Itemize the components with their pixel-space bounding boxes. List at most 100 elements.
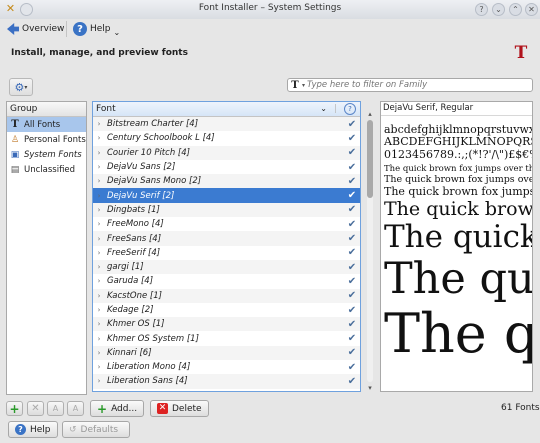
font-row[interactable]: › DejaVu Sans [2] ✔ <box>93 160 360 174</box>
enabled-check-icon[interactable]: ✔ <box>344 362 360 373</box>
font-row[interactable]: › KacstOne [1] ✔ <box>93 288 360 303</box>
group-item-system-fonts[interactable]: ▣ System Fonts <box>7 147 86 162</box>
expand-arrow-icon[interactable]: › <box>93 220 105 228</box>
page-subtitle: Install, manage, and preview fonts <box>11 48 188 58</box>
group-item-personal-fonts[interactable]: ♙ Personal Fonts <box>7 132 86 147</box>
font-name: Century Schoolbook L [4] <box>107 133 215 144</box>
font-count: 61 Fonts <box>501 403 540 413</box>
enabled-check-icon[interactable]: ✔ <box>344 147 360 158</box>
delete-icon: ✕ <box>157 403 168 414</box>
font-row[interactable]: › FreeSans [4] ✔ <box>93 231 360 246</box>
font-row[interactable]: › FreeMono [4] ✔ <box>93 217 360 231</box>
font-row[interactable]: › Kinnari [6] ✔ <box>93 345 360 361</box>
expand-arrow-icon[interactable]: › <box>93 249 105 257</box>
font-row[interactable]: › Bitstream Charter [4] ✔ <box>93 117 360 132</box>
delete-label: Delete <box>172 403 202 414</box>
enabled-check-icon[interactable]: ✔ <box>344 262 360 273</box>
expand-arrow-icon[interactable]: › <box>93 292 105 300</box>
maximize-icon[interactable]: ⌃ <box>509 3 522 16</box>
add-font-button[interactable]: + Add... <box>90 400 145 417</box>
font-row[interactable]: › DejaVu Sans Mono [2] ✔ <box>93 174 360 189</box>
enabled-check-icon[interactable]: ✔ <box>344 276 360 287</box>
expand-arrow-icon[interactable]: › <box>93 335 105 343</box>
font-row[interactable]: › Khmer OS System [1] ✔ <box>93 331 360 345</box>
scroll-up-arrow-icon[interactable]: ▴ <box>365 110 375 118</box>
minimize-icon[interactable]: ⌄ <box>492 3 505 16</box>
font-row[interactable]: › DejaVu Serif [2] ✔ <box>93 188 360 203</box>
expand-arrow-icon[interactable]: › <box>93 263 105 271</box>
enabled-check-icon[interactable]: ✔ <box>344 162 360 173</box>
expand-arrow-icon[interactable]: › <box>93 120 105 128</box>
enabled-check-icon[interactable]: ✔ <box>344 319 360 330</box>
expand-arrow-icon[interactable]: › <box>93 149 105 157</box>
enabled-check-icon[interactable]: ✔ <box>344 333 360 344</box>
font-name: Kinnari [6] <box>107 347 152 358</box>
group-item-unclassified[interactable]: ▤ Unclassified <box>7 162 86 177</box>
add-group-button[interactable]: + <box>6 401 23 416</box>
expand-arrow-icon[interactable]: › <box>93 192 105 200</box>
font-list-header[interactable]: Font ⌄ | ? <box>93 102 360 117</box>
font-row[interactable]: › Century Schoolbook L [4] ✔ <box>93 131 360 145</box>
overview-button[interactable]: Overview <box>7 21 64 37</box>
expand-arrow-icon[interactable]: › <box>93 306 105 314</box>
font-row[interactable]: › Khmer OS [1] ✔ <box>93 317 360 332</box>
expand-arrow-icon[interactable]: › <box>93 320 105 328</box>
enabled-check-icon[interactable]: ✔ <box>344 176 360 187</box>
enabled-check-icon[interactable]: ✔ <box>344 247 360 258</box>
font-row[interactable]: › gargi [1] ✔ <box>93 259 360 275</box>
scroll-thumb[interactable] <box>367 120 373 198</box>
scroll-track[interactable] <box>367 120 373 382</box>
font-list-scrollbar[interactable]: ▴ ▾ <box>365 110 375 393</box>
enabled-check-icon[interactable]: ✔ <box>344 290 360 301</box>
expand-arrow-icon[interactable]: › <box>93 349 105 357</box>
font-name: Dingbats [1] <box>107 204 160 215</box>
enabled-check-icon[interactable]: ✔ <box>344 204 360 215</box>
expand-arrow-icon[interactable]: › <box>93 277 105 285</box>
disable-icon: A <box>72 404 79 413</box>
help-menu-button[interactable]: ? Help ⌄ <box>73 21 120 37</box>
help-icon[interactable]: ? <box>475 3 488 16</box>
status-help-icon[interactable]: ? <box>344 103 356 115</box>
font-row[interactable]: › Kedage [2] ✔ <box>93 303 360 317</box>
expand-arrow-icon[interactable]: › <box>93 134 105 142</box>
enabled-check-icon[interactable]: ✔ <box>344 119 360 130</box>
font-row[interactable]: › Liberation Mono [4] ✔ <box>93 360 360 374</box>
sort-chevron-icon[interactable]: ⌄ <box>320 102 327 116</box>
filter-type-icon[interactable]: T <box>288 80 302 91</box>
expand-arrow-icon[interactable]: › <box>93 377 105 385</box>
column-separator: | <box>333 104 337 114</box>
group-header: Group <box>7 102 86 117</box>
font-row[interactable]: › Garuda [4] ✔ <box>93 274 360 288</box>
font-row[interactable]: › Courier 10 Pitch [4] ✔ <box>93 145 360 160</box>
expand-arrow-icon[interactable]: › <box>93 206 105 214</box>
enable-group-button[interactable]: A <box>47 401 64 416</box>
toolbar: Overview ? Help ⌄ <box>0 19 540 39</box>
font-name: DejaVu Sans Mono [2] <box>107 176 202 187</box>
defaults-button[interactable]: ↺ Defaults <box>62 421 130 438</box>
disable-group-button[interactable]: A <box>67 401 84 416</box>
scroll-down-arrow-icon[interactable]: ▾ <box>365 384 375 392</box>
delete-font-button[interactable]: ✕ Delete <box>150 400 209 417</box>
close-icon[interactable]: ✕ <box>525 3 538 16</box>
group-item-all-fonts[interactable]: T All Fonts <box>7 117 86 132</box>
expand-arrow-icon[interactable]: › <box>93 363 105 371</box>
footer-help-button[interactable]: ? Help <box>8 421 58 438</box>
filter-input[interactable] <box>307 79 528 91</box>
enabled-check-icon[interactable]: ✔ <box>344 190 360 201</box>
enabled-check-icon[interactable]: ✔ <box>344 347 360 358</box>
font-row[interactable]: › Dingbats [1] ✔ <box>93 202 360 218</box>
enabled-check-icon[interactable]: ✔ <box>344 376 360 387</box>
remove-group-button[interactable]: ✕ <box>27 401 44 416</box>
expand-arrow-icon[interactable]: › <box>93 235 105 243</box>
font-column-label: Font <box>96 104 116 114</box>
enabled-check-icon[interactable]: ✔ <box>344 219 360 230</box>
expand-arrow-icon[interactable]: › <box>93 177 105 185</box>
font-row[interactable]: › Liberation Sans [4] ✔ <box>93 374 360 389</box>
enabled-check-icon[interactable]: ✔ <box>344 305 360 316</box>
enabled-check-icon[interactable]: ✔ <box>344 133 360 144</box>
enabled-check-icon[interactable]: ✔ <box>344 233 360 244</box>
filter-box[interactable]: T ▾ <box>287 78 533 92</box>
expand-arrow-icon[interactable]: › <box>93 163 105 171</box>
settings-menu-button[interactable]: ⚙ ▾ <box>9 78 33 96</box>
font-row[interactable]: › FreeSerif [4] ✔ <box>93 246 360 260</box>
